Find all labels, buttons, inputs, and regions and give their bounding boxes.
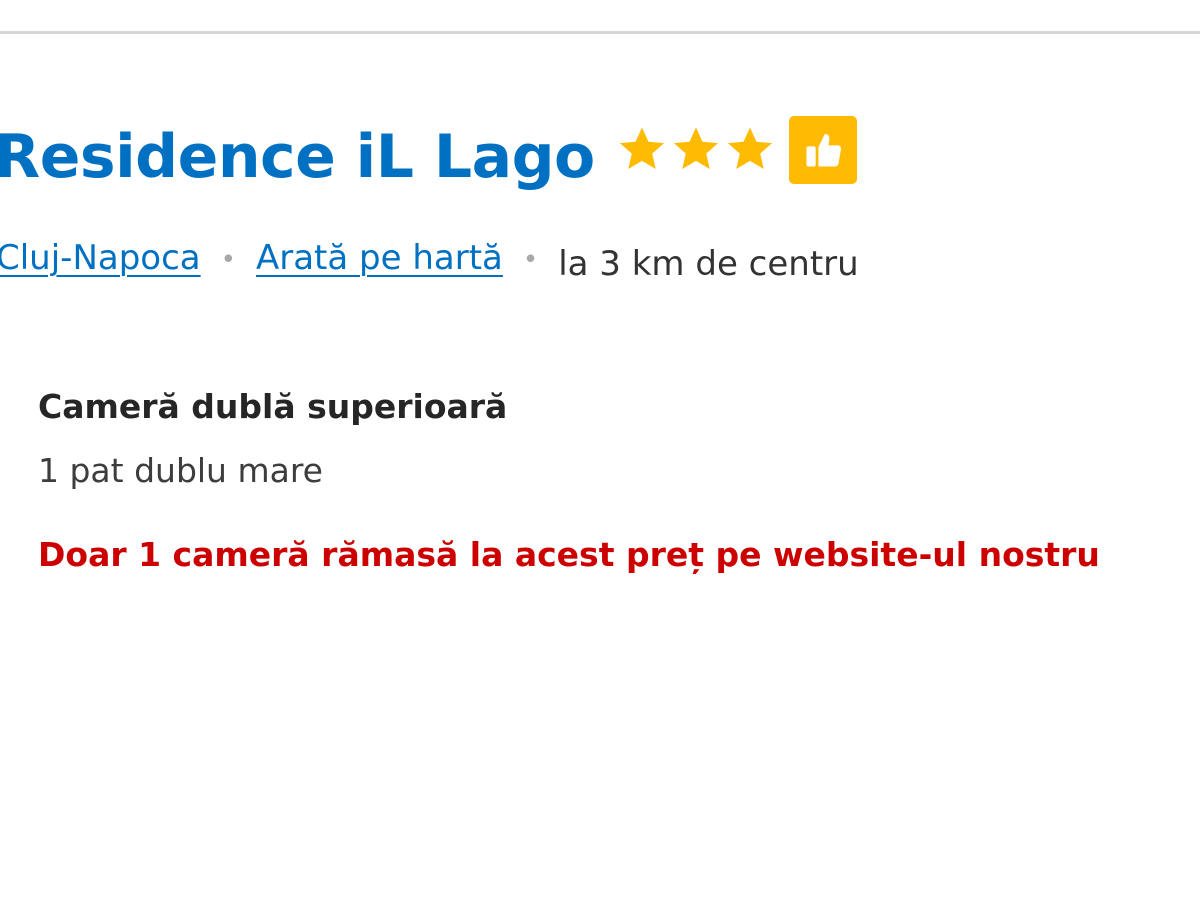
distance-from-center: la 3 km de centru [558, 244, 859, 284]
city-link[interactable]: Cluj-Napoca [0, 241, 201, 275]
room-info: Cameră dublă superioară 1 pat dublu mare… [38, 380, 1100, 582]
top-divider [0, 31, 1200, 34]
hotel-title[interactable]: Residence iL Lago [0, 127, 595, 187]
separator-dot: • [522, 245, 539, 275]
star-icon [727, 127, 772, 169]
hotel-listing: Residence iL Lago Cluj-Napoca • Arată pe… [0, 0, 1200, 900]
title-row: Residence iL Lago [0, 112, 857, 202]
star-rating [617, 124, 775, 174]
show-on-map-link[interactable]: Arată pe hartă [256, 241, 503, 275]
location-row: Cluj-Napoca • Arată pe hartă • la 3 km d… [0, 228, 859, 288]
availability-warning: Doar 1 cameră rămasă la acest preț pe we… [38, 535, 1100, 574]
room-name: Cameră dublă superioară [38, 387, 508, 426]
thumbs-up-icon[interactable] [788, 116, 857, 184]
bed-info: 1 pat dublu mare [38, 451, 323, 490]
separator-dot: • [220, 245, 236, 275]
thumbs-up-glyph [806, 133, 841, 167]
star-icon [619, 127, 664, 169]
star-icon [673, 127, 718, 169]
